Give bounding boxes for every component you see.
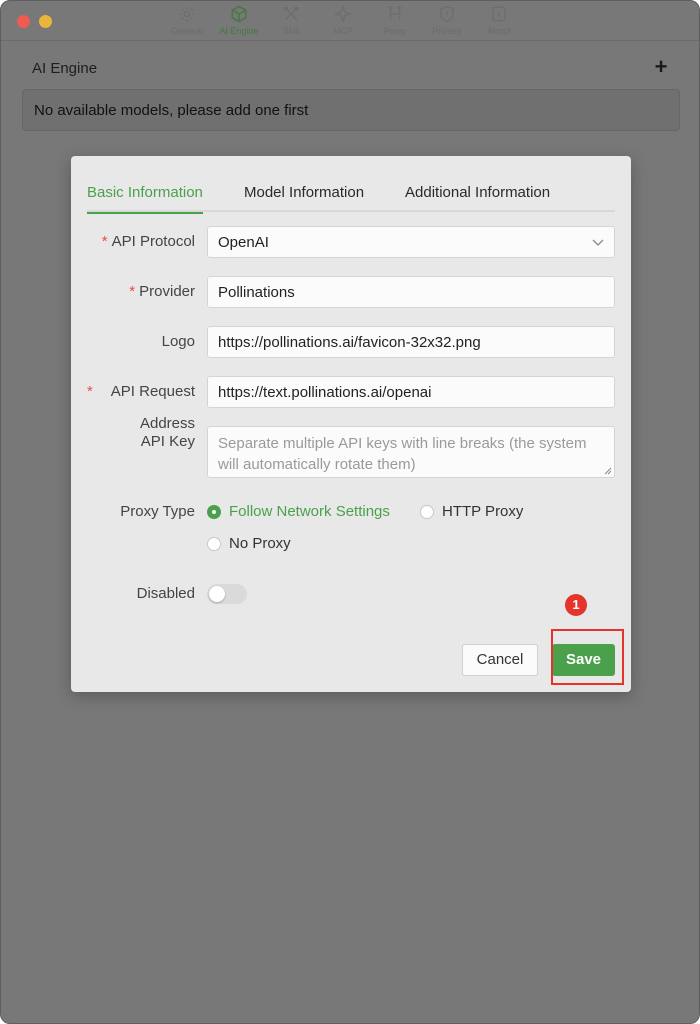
sparkle-icon [334,5,352,23]
tab-mcp-label: MCP [333,26,353,36]
add-model-button[interactable]: + [651,56,671,78]
tab-ai-engine[interactable]: AI Engine [213,5,265,36]
cube-icon [231,5,247,23]
network-icon [388,6,402,20]
add-model-dialog: Basic Information Model Information Addi… [71,156,631,692]
radio-no-proxy-label: No Proxy [229,535,291,552]
cancel-button[interactable]: Cancel [462,644,538,676]
tab-privacy-label: Privacy [432,26,462,36]
api-protocol-value: OpenAI [218,234,269,251]
radio-http-proxy[interactable]: HTTP Proxy [420,503,523,520]
radio-no-proxy[interactable]: No Proxy [207,535,291,552]
required-mark: * [87,383,93,400]
dialog-tabs: Basic Information Model Information Addi… [87,180,615,214]
resize-grip-icon[interactable] [604,467,612,475]
provider-input[interactable]: Pollinations [207,276,615,308]
info-icon [492,6,506,22]
close-window-button[interactable] [17,15,30,28]
api-protocol-label: * API Protocol [102,233,195,250]
proxy-type-label: Proxy Type [120,503,195,520]
title-bar: General AI Engine Skill MCP Proxy Privac… [1,1,699,41]
required-mark: * [101,233,108,250]
step-badge: 1 [565,594,587,616]
tab-about[interactable]: About [473,5,525,36]
radio-follow-label: Follow Network Settings [229,503,390,520]
tab-mcp[interactable]: MCP [317,5,369,36]
tab-basic-information[interactable]: Basic Information [87,184,203,214]
api-key-placeholder: Separate multiple API keys with line bre… [218,435,587,473]
toggle-knob [209,586,225,602]
tab-model-information[interactable]: Model Information [244,184,364,201]
tab-proxy[interactable]: Proxy [369,5,421,36]
tab-privacy[interactable]: Privacy [421,5,473,36]
logo-label: Logo [161,333,195,350]
tab-about-label: About [487,26,511,36]
tab-general[interactable]: General [161,5,213,36]
save-highlight-box [551,629,624,685]
api-protocol-select[interactable]: OpenAI [207,226,615,258]
radio-http-label: HTTP Proxy [442,503,524,520]
api-key-label: API Key [140,433,195,450]
radio-unchecked-icon [420,504,434,519]
radio-checked-icon [207,504,221,519]
tools-icon [283,6,299,21]
provider-label: * Provider [129,283,195,300]
tab-general-label: General [170,26,204,36]
settings-toolbar: General AI Engine Skill MCP Proxy Privac… [161,5,525,36]
empty-models-message: No available models, please add one firs… [22,89,680,131]
api-request-label-line2: Address [139,415,195,432]
tab-additional-information[interactable]: Additional Information [405,184,550,201]
minimize-window-button[interactable] [39,15,52,28]
required-mark: * [129,283,136,300]
disabled-toggle[interactable] [207,584,247,604]
radio-follow-network-settings[interactable]: Follow Network Settings [207,503,390,520]
api-key-textarea[interactable]: Separate multiple API keys with line bre… [207,426,615,478]
gear-icon [179,6,195,22]
tab-ai-engine-label: AI Engine [219,26,259,36]
chevron-down-icon [592,239,604,246]
tab-skill-label: Skill [282,26,300,36]
api-request-address-input[interactable]: https://text.pollinations.ai/openai [207,376,615,408]
section-title: AI Engine [32,60,98,77]
api-protocol-label-text: API Protocol [111,233,195,250]
tab-skill[interactable]: Skill [265,5,317,36]
logo-input[interactable]: https://pollinations.ai/favicon-32x32.pn… [207,326,615,358]
shield-icon [440,5,454,23]
api-request-label: API Request [110,383,195,400]
settings-window: General AI Engine Skill MCP Proxy Privac… [0,0,700,1024]
provider-label-text: Provider [139,283,195,300]
disabled-label: Disabled [136,585,195,602]
tab-proxy-label: Proxy [383,26,407,36]
radio-unchecked-icon [207,536,221,551]
